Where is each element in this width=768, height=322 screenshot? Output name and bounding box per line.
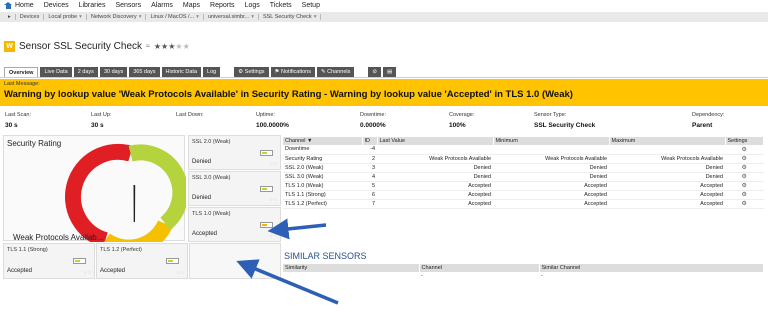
tab-log[interactable]: Log bbox=[203, 67, 221, 77]
tab-2-days[interactable]: 2 days bbox=[73, 67, 98, 77]
nav-home[interactable]: Home bbox=[4, 2, 34, 9]
gear-icon[interactable]: ⚙ bbox=[742, 183, 747, 189]
settings-button[interactable]: ⚙ Settings bbox=[234, 67, 269, 77]
table-row[interactable]: SSL 2.0 (Weak) 3 Denied Denied Denied ⚙ bbox=[283, 163, 764, 173]
breadcrumb-item[interactable]: Local probe ▾ bbox=[44, 14, 87, 20]
last-message-text: Warning by lookup value 'Weak Protocols … bbox=[4, 89, 573, 100]
priority-stars[interactable]: ★★★★★ bbox=[154, 42, 190, 51]
tile-indicator-icon bbox=[260, 222, 273, 228]
security-rating-gauge[interactable]: Security Rating Weak Protocols Availab..… bbox=[3, 135, 186, 242]
gear-icon[interactable]: ⚙ bbox=[742, 201, 747, 207]
gauge-green-arc bbox=[128, 144, 186, 230]
channel-tile-tls12[interactable]: TLS 1.2 (Perfect) Accepted ○ ○ bbox=[96, 243, 188, 279]
col-similarity[interactable]: Similarity bbox=[283, 264, 420, 272]
col-channel[interactable]: Channel bbox=[419, 264, 540, 272]
gear-icon[interactable]: ⚙ bbox=[742, 192, 747, 198]
pause-icon[interactable]: ⊘ bbox=[368, 67, 381, 77]
table-row[interactable]: SSL 3.0 (Weak) 4 Denied Denied Denied ⚙ bbox=[283, 172, 764, 182]
col-minimum[interactable]: Minimum bbox=[493, 137, 610, 145]
nav-item-tickets[interactable]: Tickets bbox=[270, 2, 292, 9]
similar-sensors-title: SIMILAR SENSORS bbox=[284, 251, 367, 261]
nav-item-home[interactable]: Home bbox=[15, 2, 34, 9]
tab-365-days[interactable]: 365 days bbox=[129, 67, 160, 77]
page-title: Sensor SSL Security Check bbox=[19, 40, 143, 52]
breadcrumb-item[interactable]: Devices bbox=[16, 14, 45, 20]
channel-tile-ssl20[interactable]: SSL 2.0 (Weak) Denied ○ ○ bbox=[188, 135, 281, 170]
nav-item-sensors[interactable]: Sensors bbox=[115, 2, 141, 9]
empty-tile bbox=[189, 243, 281, 279]
col-last-value[interactable]: Last Value bbox=[377, 137, 494, 145]
col-channel[interactable]: Channel ▼ bbox=[283, 137, 363, 145]
arrow-to-tls10-tile bbox=[267, 218, 327, 240]
breadcrumb-home-icon[interactable]: ▸ bbox=[4, 14, 16, 20]
breadcrumb-item[interactable]: Linux / MacOS /... ▾ bbox=[146, 14, 204, 20]
table-row[interactable]: Downtime -4 ⚙ bbox=[283, 145, 764, 155]
table-row[interactable]: Security Rating 2 Weak Protocols Available… bbox=[283, 154, 764, 164]
gear-icon[interactable]: ⚙ bbox=[742, 165, 747, 171]
tab-divider bbox=[0, 77, 768, 78]
gauge-yellow-arc bbox=[104, 220, 173, 242]
channels-header-row: Channel ▼ ID Last Value Minimum Maximum … bbox=[283, 137, 764, 145]
top-nav: Home Devices Libraries Sensors Alarms Ma… bbox=[0, 0, 768, 11]
channels-table: Channel ▼ ID Last Value Minimum Maximum … bbox=[283, 137, 764, 209]
gear-icon[interactable]: ⚙ bbox=[742, 174, 747, 180]
table-row[interactable]: TLS 1.2 (Perfect) 7 Accepted Accepted Accept… bbox=[283, 199, 764, 209]
channel-tile-ssl30[interactable]: SSL 3.0 (Weak) Denied ○ ○ bbox=[188, 171, 281, 206]
stat-dependency: Dependency: Parent bbox=[692, 112, 725, 129]
tile-indicator-icon bbox=[260, 150, 273, 156]
page-title-row: W Sensor SSL Security Check ≈ ★★★★★ bbox=[4, 39, 190, 53]
tile-indicator-icon bbox=[73, 258, 86, 264]
notifications-button[interactable]: ⚑ Notifications bbox=[270, 67, 315, 77]
breadcrumb-item[interactable]: Network Discovery ▾ bbox=[87, 14, 147, 20]
nav-item-libraries[interactable]: Libraries bbox=[79, 2, 106, 9]
gear-icon[interactable]: ⚙ bbox=[742, 147, 747, 153]
gauge-dial bbox=[65, 143, 186, 242]
channels-button[interactable]: ✎ Channels bbox=[316, 67, 355, 77]
nav-item-setup[interactable]: Setup bbox=[302, 2, 320, 9]
nav-item-devices[interactable]: Devices bbox=[44, 2, 69, 9]
col-settings: Settings bbox=[725, 137, 764, 145]
nav-item-maps[interactable]: Maps bbox=[183, 2, 200, 9]
tab-historic-data[interactable]: Historic Data bbox=[161, 67, 202, 77]
nav-item-alarms[interactable]: Alarms bbox=[151, 2, 173, 9]
table-row[interactable]: TLS 1.0 (Weak) 5 Accepted Accepted Accepted ⚙ bbox=[283, 181, 764, 191]
stat-last-scan: Last Scan: 30 s bbox=[5, 112, 31, 129]
breadcrumb-item[interactable]: universal.simbr... ▾ bbox=[204, 14, 259, 20]
last-message-banner: Last Message: Warning by lookup value 'W… bbox=[0, 79, 768, 106]
nav-item-reports[interactable]: Reports bbox=[210, 2, 235, 9]
stat-coverage: Coverage: 100% bbox=[449, 112, 475, 129]
last-message-label: Last Message: bbox=[4, 81, 40, 87]
sensor-stats: Last Scan: 30 s Last Up: 30 s Last Down: U… bbox=[0, 110, 768, 132]
table-row[interactable]: TLS 1.1 (Strong) 6 Accepted Accepted Accepte… bbox=[283, 190, 764, 200]
menu-icon[interactable]: ▤ bbox=[382, 67, 397, 77]
breadcrumb-item[interactable]: SSL Security Check ▾ bbox=[259, 14, 322, 20]
pin-icon[interactable]: ≈ bbox=[146, 43, 150, 50]
warning-status-badge: W bbox=[4, 40, 15, 52]
channel-tile-tls11[interactable]: TLS 1.1 (Strong) Accepted ○ ○ bbox=[3, 243, 95, 279]
tab-30-days[interactable]: 30 days bbox=[99, 67, 128, 77]
gauge-needle bbox=[133, 185, 136, 222]
tab-live-data[interactable]: Live Data bbox=[40, 67, 72, 77]
home-icon bbox=[4, 2, 12, 9]
stat-uptime: Uptime: 100.0000% bbox=[256, 112, 289, 129]
breadcrumb: ▸ Devices Local probe ▾ Network Discovery… bbox=[0, 12, 768, 22]
col-id[interactable]: ID bbox=[362, 137, 378, 145]
stat-sensor-type: Sensor Type: SSL Security Check bbox=[534, 112, 596, 129]
stat-last-down: Last Down: bbox=[176, 112, 204, 118]
tile-indicator-icon bbox=[260, 186, 273, 192]
stat-downtime: Downtime: 0.0000% bbox=[360, 112, 386, 129]
gauge-red-arc bbox=[65, 143, 133, 242]
col-similar-channel[interactable]: Similar Channel bbox=[539, 264, 764, 272]
similar-header-row: Similarity Channel Similar Channel bbox=[283, 264, 764, 272]
stat-last-up: Last Up: 30 s bbox=[91, 112, 112, 129]
nav-item-logs[interactable]: Logs bbox=[245, 2, 260, 9]
table-row[interactable]: - - bbox=[283, 272, 764, 280]
gauge-value: Weak Protocols Availab... bbox=[13, 233, 104, 242]
col-maximum[interactable]: Maximum bbox=[609, 137, 726, 145]
similar-sensors-table: Similarity Channel Similar Channel - - bbox=[283, 264, 764, 280]
tile-indicator-icon bbox=[166, 258, 179, 264]
channel-tile-tls10[interactable]: TLS 1.0 (Weak) Accepted ○ ○ bbox=[188, 207, 281, 242]
gear-icon[interactable]: ⚙ bbox=[742, 156, 747, 162]
